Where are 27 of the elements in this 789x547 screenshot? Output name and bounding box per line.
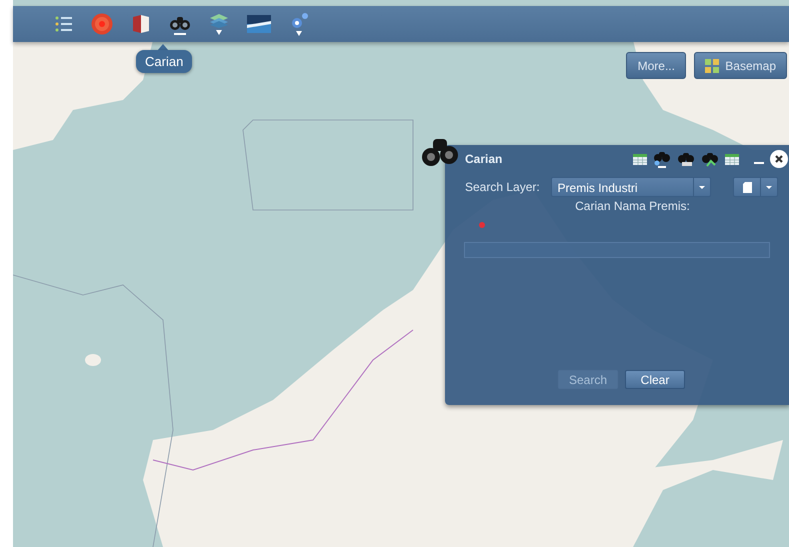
- binoculars-icon: [677, 151, 695, 167]
- binoculars-icon: [653, 150, 671, 166]
- table-icon: [725, 154, 739, 164]
- table-icon: [633, 154, 647, 164]
- caret-icon: [296, 31, 302, 36]
- caret-icon: [216, 30, 222, 35]
- close-button[interactable]: [770, 150, 788, 168]
- list-icon: [55, 15, 73, 33]
- image-icon: [247, 15, 271, 33]
- page-icon: [742, 182, 752, 192]
- panel-tab[interactable]: [652, 149, 672, 169]
- more-button[interactable]: More...: [626, 52, 686, 79]
- field-label: Carian Nama Premis:: [574, 199, 691, 213]
- search-layer-label: Search Layer:: [465, 180, 541, 194]
- binoculars-icon: [701, 151, 719, 167]
- layer-dropdown[interactable]: Premis Industri: [550, 177, 712, 197]
- clear-button[interactable]: Clear: [625, 370, 685, 389]
- target-icon: [91, 13, 113, 35]
- grid-icon: [705, 58, 720, 72]
- book-icon: [131, 14, 151, 34]
- tooltip: Carian: [136, 50, 192, 73]
- layers-icon: [209, 13, 229, 29]
- close-icon: [774, 154, 784, 164]
- panel-title: Carian: [465, 152, 504, 166]
- export-dropdown[interactable]: [733, 177, 778, 197]
- basemap-button[interactable]: Basemap: [694, 52, 787, 79]
- input-field[interactable]: [464, 242, 770, 258]
